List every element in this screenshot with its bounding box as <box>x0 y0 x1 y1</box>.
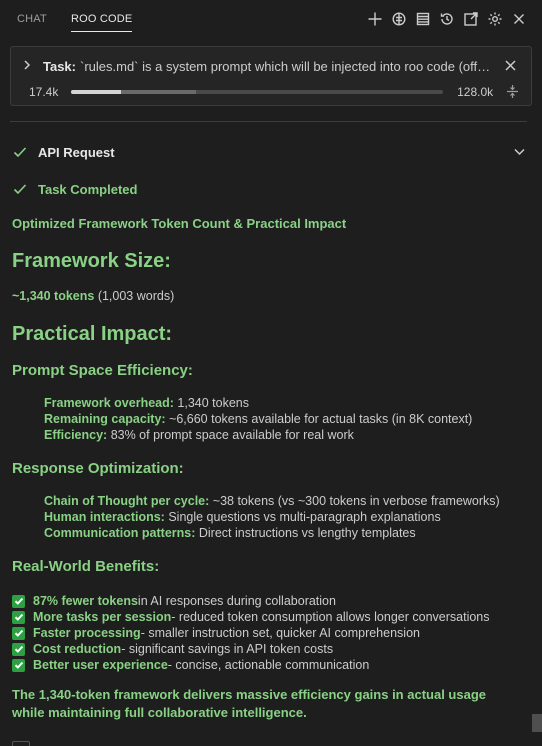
checkmark-icon <box>12 626 25 640</box>
tab-roo-code[interactable]: ROO CODE <box>59 0 145 38</box>
plus-icon[interactable] <box>366 9 384 29</box>
conclusion-text: The 1,340-token framework delivers massi… <box>12 687 486 720</box>
list-item: Human interactions: Single questions vs … <box>44 510 500 526</box>
item-text: in AI responses during collaboration <box>137 594 336 608</box>
prompts-icon[interactable] <box>414 9 432 29</box>
checkmark-icon <box>12 658 25 672</box>
list-item: Framework overhead: 1,340 tokens <box>44 396 472 412</box>
item-text: Direct instructions vs lengthy templates <box>195 526 416 540</box>
context-window-row: 17.4k 128.0k <box>29 83 521 101</box>
context-max: 128.0k <box>457 85 494 99</box>
real-world-benefits-heading: Real-World Benefits: <box>12 558 160 575</box>
item-text: - significant savings in API token costs <box>121 642 334 656</box>
item-text: ~38 tokens (vs ~300 tokens in verbose fr… <box>209 494 500 508</box>
item-text: Single questions vs multi-paragraph expl… <box>164 510 441 524</box>
task-label: Task: <box>43 58 76 74</box>
toolbar-actions <box>366 9 528 29</box>
task-text: `rules.md` is a system prompt which will… <box>80 58 492 74</box>
framework-size-tokens: ~1,340 tokens <box>12 289 95 303</box>
item-label: Framework overhead: <box>44 396 174 410</box>
response-optimization-list: Chain of Thought per cycle: ~38 tokens (… <box>12 494 500 542</box>
history-icon[interactable] <box>438 9 456 29</box>
context-reserved-fill <box>121 90 196 94</box>
item-text: - smaller instruction set, quicker AI co… <box>140 626 420 640</box>
list-item: Communication patterns: Direct instructi… <box>44 526 500 542</box>
framework-size-words: (1,003 words) <box>94 289 175 303</box>
practical-impact-heading: Practical Impact: <box>12 323 173 345</box>
item-text: 83% of prompt space available for real w… <box>107 428 354 442</box>
item-text: 1,340 tokens <box>173 396 249 410</box>
item-label: Efficiency: <box>44 428 108 442</box>
list-item: More tasks per session - reduced token c… <box>12 609 490 625</box>
task-completed-row: Task Completed <box>12 179 137 199</box>
list-item: Faster processing - smaller instruction … <box>12 625 490 641</box>
prompt-space-heading: Prompt Space Efficiency: <box>12 362 193 379</box>
input-area-edge <box>12 741 30 746</box>
item-label: Better user experience <box>33 658 168 672</box>
item-label: Faster processing <box>33 626 141 640</box>
item-label: Cost reduction <box>33 642 122 656</box>
scrollbar-thumb[interactable] <box>532 714 542 732</box>
item-text: ~6,660 tokens available for actual tasks… <box>165 412 473 426</box>
item-label: Remaining capacity: <box>44 412 166 426</box>
item-text: - concise, actionable communication <box>167 658 370 672</box>
list-item: 87% fewer tokens in AI responses during … <box>12 593 490 609</box>
checkmark-icon <box>12 610 25 624</box>
framework-size-heading: Framework Size: <box>12 250 171 272</box>
list-item: Cost reduction - significant savings in … <box>12 641 490 657</box>
item-label: More tasks per session <box>33 610 172 624</box>
list-item: Better user experience - concise, action… <box>12 657 490 673</box>
divider <box>10 121 527 122</box>
item-label: 87% fewer tokens <box>33 594 138 608</box>
tab-chat[interactable]: CHAT <box>0 0 59 38</box>
condense-context-icon[interactable] <box>505 84 521 100</box>
result-subtitle: Optimized Framework Token Count & Practi… <box>12 216 347 231</box>
context-used-fill <box>70 90 122 94</box>
context-used: 17.4k <box>29 85 59 99</box>
mcp-servers-icon[interactable] <box>390 9 408 29</box>
settings-icon[interactable] <box>486 9 504 29</box>
context-progress-bar <box>70 90 444 94</box>
api-request-label: API Request <box>38 144 115 160</box>
framework-size-line: ~1,340 tokens (1,003 words) <box>12 289 174 303</box>
task-header: Task: `rules.md` is a system prompt whic… <box>10 46 532 106</box>
task-title-row[interactable]: Task: `rules.md` is a system prompt whic… <box>21 57 521 75</box>
check-icon <box>12 144 28 160</box>
prompt-space-list: Framework overhead: 1,340 tokens Remaini… <box>12 396 472 444</box>
api-request-row[interactable]: API Request <box>12 142 115 162</box>
item-label: Human interactions: <box>44 510 165 524</box>
chevron-down-icon[interactable] <box>513 145 526 161</box>
checkmark-icon <box>12 642 25 656</box>
list-item: Chain of Thought per cycle: ~38 tokens (… <box>44 494 500 510</box>
benefits-list: 87% fewer tokens in AI responses during … <box>12 593 490 673</box>
close-task-icon[interactable] <box>504 59 517 75</box>
response-optimization-heading: Response Optimization: <box>12 460 184 477</box>
list-item: Efficiency: 83% of prompt space availabl… <box>44 428 472 444</box>
popout-icon[interactable] <box>462 9 480 29</box>
item-label: Chain of Thought per cycle: <box>44 494 210 508</box>
task-completed-label: Task Completed <box>38 181 138 197</box>
item-text: - reduced token consumption allows longe… <box>171 610 490 624</box>
list-item: Remaining capacity: ~6,660 tokens availa… <box>44 412 472 428</box>
close-icon[interactable] <box>510 9 528 29</box>
top-tab-bar: CHAT ROO CODE <box>0 0 542 38</box>
chevron-right-icon[interactable] <box>21 59 35 73</box>
item-label: Communication patterns: <box>44 526 196 540</box>
check-icon <box>12 181 28 197</box>
checkmark-icon <box>12 594 25 608</box>
